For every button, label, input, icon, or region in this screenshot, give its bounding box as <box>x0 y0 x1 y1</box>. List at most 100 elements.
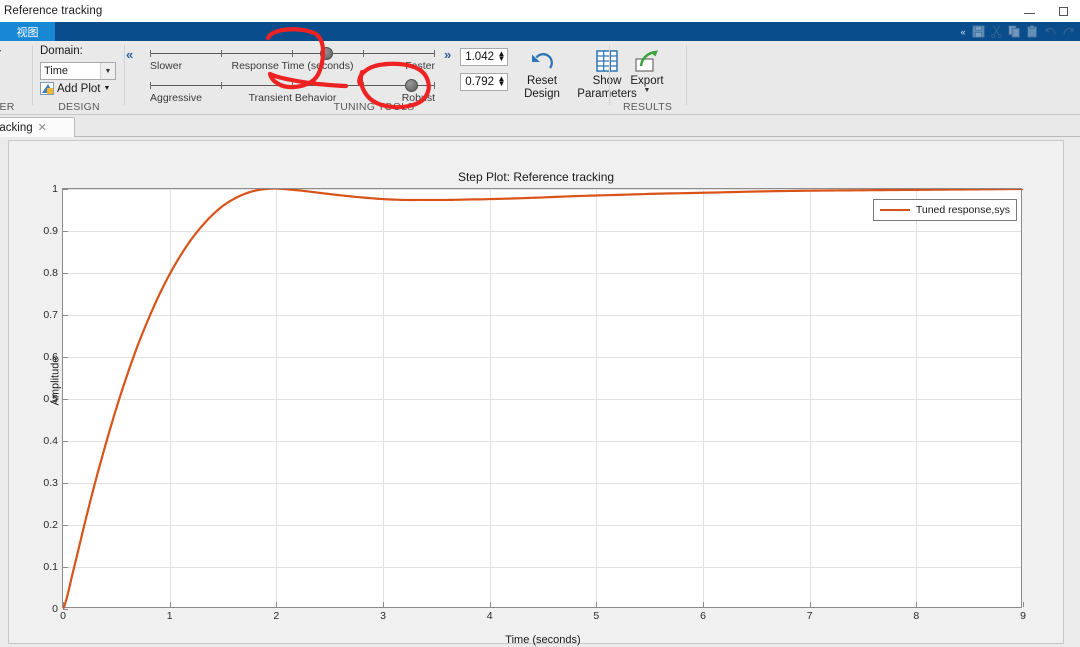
ribbon-group-design-label: DESIGN <box>58 101 100 113</box>
x-tick-label: 9 <box>1020 610 1026 622</box>
x-tick-label: 8 <box>913 610 920 622</box>
chevron-down-icon[interactable]: ▼ <box>619 87 675 95</box>
y-tick-label: 0.1 <box>43 561 58 573</box>
x-tick-label: 6 <box>700 610 706 622</box>
slider-tick <box>434 50 435 57</box>
slider-right-label: Faster <box>405 60 435 72</box>
window-title: Reference tracking <box>4 5 103 17</box>
copy-icon[interactable] <box>1007 24 1022 39</box>
slider-thumb[interactable] <box>405 79 418 92</box>
x-tick-mark <box>1023 602 1024 607</box>
domain-combo[interactable]: Time ▼ <box>40 62 116 80</box>
x-tick-label: 5 <box>593 610 600 622</box>
document-tab-strip: ce tracking ✕ <box>0 115 1080 137</box>
ribbon-group-controller: ▼ el ▼ LLER <box>0 41 34 115</box>
chevron-down-icon[interactable]: ▼ <box>0 45 6 59</box>
response-time-spinner[interactable]: 1.042 ▲ ▼ <box>460 48 508 66</box>
quick-access-toolbar: « <box>958 23 1076 40</box>
export-button[interactable]: Export ▼ <box>619 47 675 95</box>
slider-thumb[interactable] <box>320 47 333 60</box>
cut-icon[interactable] <box>989 24 1004 39</box>
ribbon-group-results-label: RESULTS <box>622 101 673 113</box>
slider-tick <box>434 82 435 89</box>
ribbon-group-design: Domain: Time ▼ Add Plot ▼ DESIGN <box>34 41 124 115</box>
y-tick-label: 0.7 <box>43 309 58 321</box>
tab-view[interactable]: 视图 <box>0 22 55 41</box>
document-tab-label: ce tracking <box>0 121 33 134</box>
add-plot-label: Add Plot <box>57 82 101 95</box>
slider-tick <box>221 50 222 57</box>
x-tick-label: 4 <box>486 610 493 622</box>
y-tick-label: 0.4 <box>43 435 58 447</box>
slider-tick <box>292 50 293 57</box>
domain-caption: Domain: <box>40 45 83 57</box>
window-controls <box>1012 0 1080 22</box>
y-tick-label: 0.2 <box>43 519 58 531</box>
legend[interactable]: Tuned response,sys <box>872 199 1017 221</box>
legend-label: Tuned response,sys <box>915 204 1010 216</box>
slider-tick <box>363 82 364 89</box>
close-icon[interactable]: ✕ <box>38 121 47 134</box>
spinner-arrows-icon[interactable]: ▲ ▼ <box>496 49 507 65</box>
y-tick-label: 1 <box>52 183 58 195</box>
ribbon-group-tuning-label: TUNING TOOLS <box>333 101 415 113</box>
ribbon-group-tuning-tools: « » Slower Response Time (seconds) Faste… <box>124 41 637 115</box>
plot-card: Step Plot: Reference tracking Amplitude … <box>8 140 1064 646</box>
matlab-pid-tuner-window: Reference tracking 视图 « ER Domain: Time … <box>0 0 1080 647</box>
step-plot-axes[interactable]: Amplitude Time (seconds) 0 0.1 0.2 0.3 0.4 0.… <box>43 183 1026 646</box>
collapse-left-icon[interactable]: « <box>126 47 133 62</box>
collapse-right-icon[interactable]: » <box>444 47 451 62</box>
step-response-curve <box>63 189 1023 609</box>
plot-icon <box>40 82 54 95</box>
plot-panel: Step Plot: Reference tracking Amplitude … <box>0 137 1080 647</box>
redo-icon[interactable] <box>1061 24 1076 39</box>
transient-behavior-value: 0.792 <box>465 76 494 88</box>
x-tick-label: 0 <box>60 610 66 622</box>
document-tab-reference-tracking[interactable]: ce tracking ✕ <box>0 117 75 137</box>
slider-tick <box>292 82 293 89</box>
x-tick-label: 3 <box>380 610 386 622</box>
reset-design-button[interactable]: Reset Design <box>514 47 570 101</box>
title-bar: Reference tracking <box>0 0 1080 22</box>
y-tick-label: 0.6 <box>43 351 58 363</box>
slider-left-label: Slower <box>150 60 183 72</box>
export-icon <box>619 47 675 73</box>
y-tick-label: 0.3 <box>43 477 58 489</box>
reset-design-label-1: Reset <box>526 75 558 87</box>
paste-icon[interactable] <box>1025 24 1040 39</box>
response-time-value: 1.042 <box>465 51 494 63</box>
undo-arrow-icon <box>514 47 570 73</box>
ribbon-group-controller-label: LLER <box>0 101 15 113</box>
domain-combo-value: Time <box>44 65 69 77</box>
x-axis-label: Time (seconds) <box>505 634 581 646</box>
legend-line-swatch <box>879 209 910 211</box>
slider-tick <box>221 82 222 89</box>
undo-icon[interactable] <box>1043 24 1058 39</box>
transient-behavior-spinner[interactable]: 0.792 ▲ ▼ <box>460 73 508 91</box>
y-tick-label: 0 <box>52 603 58 615</box>
slider-tick <box>150 50 151 57</box>
plot-title: Step Plot: Reference tracking <box>457 170 615 184</box>
chevron-down-icon[interactable]: ▼ <box>100 63 115 79</box>
ribbon-tab-bar: 视图 « <box>0 22 1080 41</box>
ribbon-separator <box>686 45 687 105</box>
spinner-arrows-icon[interactable]: ▲ ▼ <box>496 74 507 90</box>
y-tick-label: 0.5 <box>43 393 58 405</box>
maximize-button[interactable] <box>1046 0 1080 22</box>
add-plot-button[interactable]: Add Plot ▼ <box>40 82 110 95</box>
x-tick-label: 7 <box>806 610 813 622</box>
reset-design-label-2: Design <box>524 88 560 101</box>
save-icon[interactable] <box>971 24 986 39</box>
ribbon-separator <box>32 45 33 105</box>
ribbon: ▼ el ▼ LLER Domain: Time ▼ Add Plot ▼ DE… <box>0 41 1080 115</box>
y-tick-label: 0.8 <box>43 267 58 279</box>
x-tick-label: 2 <box>273 610 280 622</box>
slider-tick <box>150 82 151 89</box>
slider-tick <box>363 50 364 57</box>
x-tick-label: 1 <box>166 610 173 622</box>
minimize-button[interactable] <box>1012 0 1046 22</box>
qat-overflow-icon[interactable]: « <box>958 23 968 40</box>
chevron-down-icon[interactable]: ▼ <box>103 85 110 92</box>
slider-center-label: Response Time (seconds) <box>231 60 354 72</box>
y-tick-label: 0.9 <box>43 225 58 237</box>
